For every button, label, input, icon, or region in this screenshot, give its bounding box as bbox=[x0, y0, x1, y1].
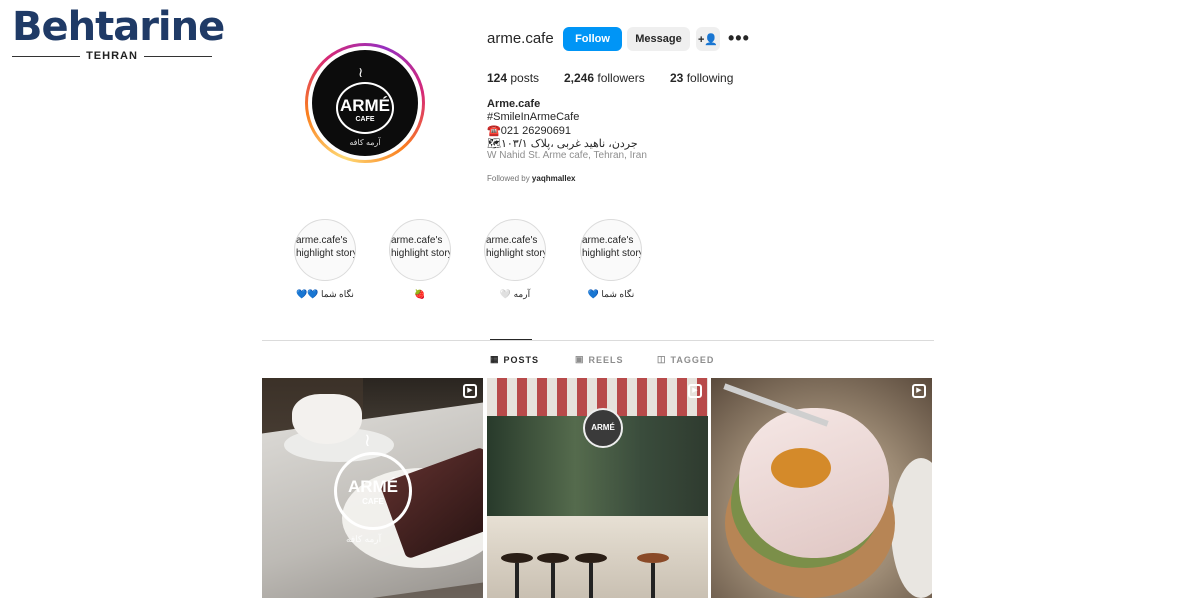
side-bun bbox=[891, 458, 932, 598]
post-2[interactable]: ARMÉ ▶ bbox=[487, 378, 708, 598]
post-logo-sub: CAFE bbox=[362, 497, 384, 506]
divider-line bbox=[12, 55, 81, 57]
highlight-alt: arme.cafe's highlight story bbox=[486, 235, 546, 259]
tagged-icon: ◫ bbox=[657, 354, 667, 364]
coffee-cup bbox=[292, 394, 362, 444]
highlight-alt: arme.cafe's highlight story bbox=[582, 235, 642, 259]
followed-by[interactable]: Followed by yaqhmallex bbox=[487, 174, 576, 183]
highlight-alt: arme.cafe's highlight story bbox=[391, 235, 451, 259]
watermark-logo: Behtarine TEHRAN bbox=[6, 4, 225, 62]
tab-posts-label: POSTS bbox=[503, 354, 540, 365]
tab-tagged-label: TAGGED bbox=[670, 354, 715, 365]
highlight-2[interactable]: arme.cafe's highlight story bbox=[389, 219, 451, 281]
bar-stool bbox=[575, 553, 607, 598]
reels-icon: ▣ bbox=[575, 354, 585, 364]
bar-stool bbox=[537, 553, 569, 598]
avatar-gap: ≀ ARMÉ CAFE آرمه کافه bbox=[308, 46, 422, 160]
active-tab-indicator bbox=[490, 339, 532, 340]
message-button[interactable]: Message bbox=[627, 27, 690, 51]
highlight-label: 🍓 bbox=[414, 289, 426, 299]
tab-reels-label: REELS bbox=[588, 354, 624, 365]
highlight-label: 💙 نگاه شما bbox=[587, 289, 635, 299]
bio-address-en[interactable]: W Nahid St. Arme cafe, Tehran, Iran bbox=[487, 150, 647, 161]
divider-line bbox=[143, 55, 212, 57]
watermark-city-row: TEHRAN bbox=[12, 50, 212, 62]
watermark-brand: Behtarine bbox=[12, 4, 225, 50]
bar-stool bbox=[501, 553, 533, 598]
steam-icon: ≀ bbox=[358, 64, 364, 80]
post-logo-word: ARMÉ bbox=[347, 477, 399, 496]
reel-icon: ▶ bbox=[688, 384, 702, 398]
profile-username[interactable]: arme.cafe bbox=[487, 30, 554, 47]
following-count: 23 bbox=[670, 71, 684, 85]
followed-prefix: Followed by bbox=[487, 174, 532, 183]
followers-stat[interactable]: 2,246 followers bbox=[564, 71, 645, 85]
tab-reels[interactable]: ▣ REELS bbox=[575, 354, 624, 365]
bio-phone: ☎️021 26290691 bbox=[487, 125, 572, 137]
follow-button[interactable]: Follow bbox=[563, 27, 622, 51]
highlight-4[interactable]: arme.cafe's highlight story bbox=[580, 219, 642, 281]
posts-label: posts bbox=[507, 71, 540, 85]
posts-stat: 124 posts bbox=[487, 71, 539, 85]
grid-icon: ▦ bbox=[490, 354, 500, 364]
reel-icon: ▶ bbox=[912, 384, 926, 398]
highlight-3[interactable]: arme.cafe's highlight story bbox=[484, 219, 546, 281]
post-3[interactable]: ▶ bbox=[711, 378, 932, 598]
following-label: following bbox=[683, 71, 734, 85]
reel-icon: ▶ bbox=[463, 384, 477, 398]
post-logo-fa: آرمه کافه bbox=[346, 534, 382, 544]
highlight-1[interactable]: arme.cafe's highlight story bbox=[294, 219, 356, 281]
highlight-label: 💙💙 نگاه شما bbox=[296, 289, 354, 299]
profile-avatar[interactable]: ≀ ARMÉ CAFE آرمه کافه bbox=[305, 43, 425, 163]
bio-hashtag[interactable]: #SmileInArmeCafe bbox=[487, 111, 579, 123]
post-logo: ARMÉ CAFE bbox=[334, 452, 412, 530]
bio-name: Arme.cafe bbox=[487, 98, 541, 110]
following-stat[interactable]: 23 following bbox=[670, 71, 733, 85]
avatar-logo: ≀ ARMÉ CAFE آرمه کافه bbox=[312, 50, 418, 156]
highlight-label: 🤍 آرمه bbox=[499, 289, 531, 299]
more-options-icon[interactable]: ••• bbox=[728, 28, 750, 49]
followers-count: 2,246 bbox=[564, 71, 595, 85]
avatar-logo-sub: CAFE bbox=[355, 116, 375, 123]
cafe-sign: ARMÉ bbox=[583, 408, 623, 448]
tab-posts[interactable]: ▦ POSTS bbox=[490, 354, 539, 365]
followers-label: followers bbox=[594, 71, 645, 85]
post-1[interactable]: ≀ ARMÉ CAFE آرمه کافه ▶ bbox=[262, 378, 483, 598]
followed-user[interactable]: yaqhmallex bbox=[532, 174, 576, 183]
jam bbox=[771, 448, 831, 488]
steam-icon: ≀ bbox=[364, 430, 371, 450]
tab-tagged[interactable]: ◫ TAGGED bbox=[657, 354, 714, 365]
avatar-logo-fa: آرمه کافه bbox=[349, 138, 381, 147]
bio-address-fa: 🗺جردن، ناهید غربی ،پلاک ۱۰۳/۱ bbox=[487, 138, 638, 150]
avatar-logo-word: ARMÉ bbox=[339, 96, 391, 115]
add-user-icon[interactable]: +👤 bbox=[696, 27, 720, 51]
tabs-divider bbox=[262, 340, 934, 341]
highlight-alt: arme.cafe's highlight story bbox=[296, 235, 356, 259]
watermark-city: TEHRAN bbox=[86, 50, 138, 62]
bar-stool bbox=[637, 553, 669, 598]
posts-count: 124 bbox=[487, 71, 508, 85]
